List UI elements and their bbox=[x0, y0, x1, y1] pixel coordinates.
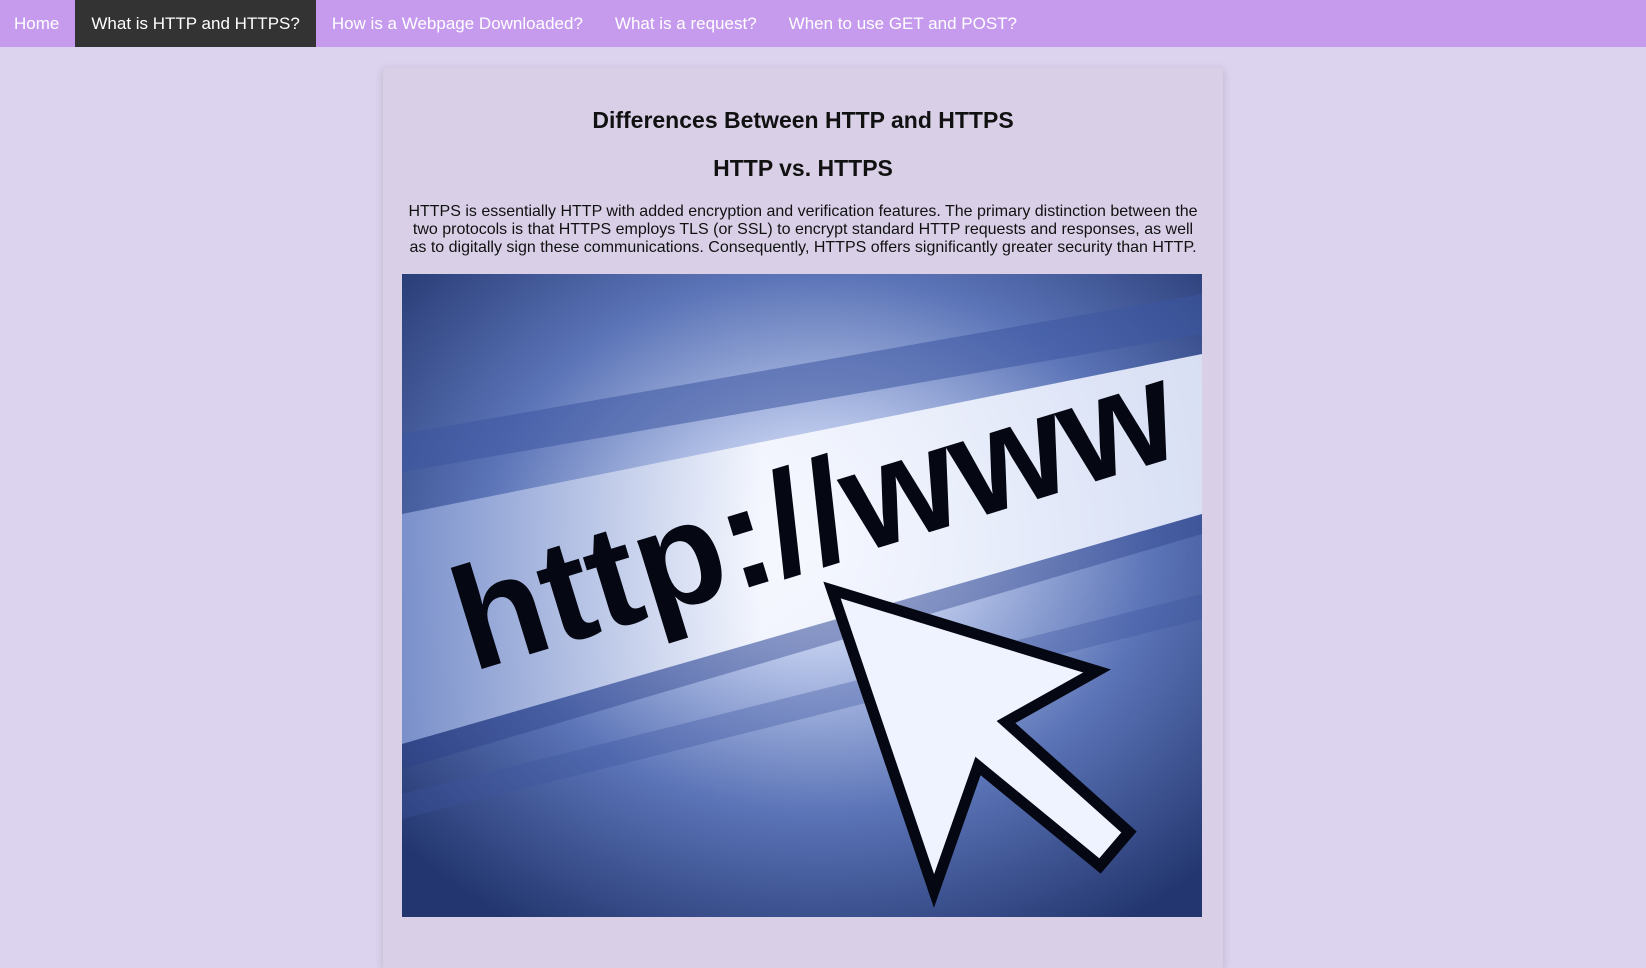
nav-item-webpage-downloaded[interactable]: How is a Webpage Downloaded? bbox=[316, 0, 599, 47]
nav-item-get-post[interactable]: When to use GET and POST? bbox=[773, 0, 1033, 47]
nav-item-http-https[interactable]: What is HTTP and HTTPS? bbox=[75, 0, 316, 47]
page-title: Differences Between HTTP and HTTPS bbox=[592, 107, 1014, 133]
intro-paragraph: HTTPS is essentially HTTP with added enc… bbox=[408, 203, 1198, 256]
top-navigation-bar: Home What is HTTP and HTTPS? How is a We… bbox=[0, 0, 1646, 47]
nav-item-home[interactable]: Home bbox=[0, 0, 75, 47]
http-url-image: http://www bbox=[402, 274, 1202, 917]
browser-address-bar-illustration: http://www bbox=[402, 274, 1202, 917]
section-subtitle: HTTP vs. HTTPS bbox=[713, 155, 893, 181]
nav-item-request[interactable]: What is a request? bbox=[599, 0, 773, 47]
